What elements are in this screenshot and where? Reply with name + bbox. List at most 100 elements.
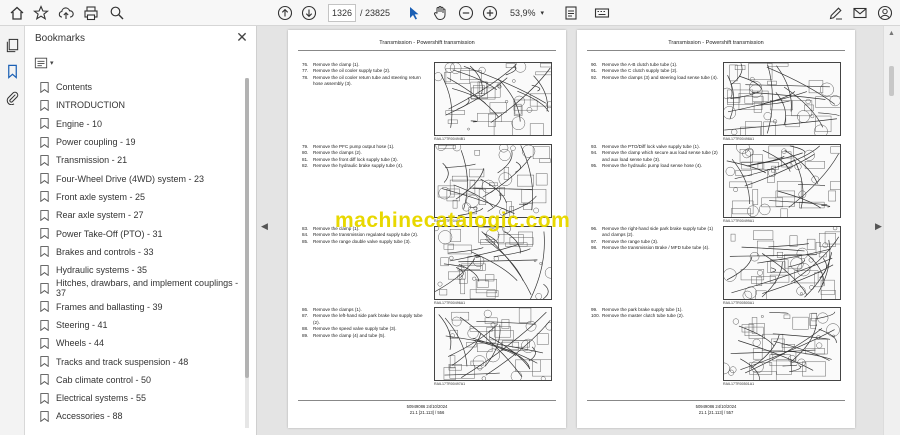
bookmark-item[interactable]: Front axle system - 25 <box>35 188 240 206</box>
bookmark-label: Contents <box>56 82 93 93</box>
procedure-step: 98. Remove the transmission Brake / MFD t… <box>591 245 719 251</box>
zoom-in-icon[interactable] <box>481 4 499 22</box>
bookmark-label: Accessories - 88 <box>56 411 123 422</box>
email-icon[interactable] <box>851 4 869 22</box>
bookmark-icon <box>40 411 49 422</box>
step-text: Remove the clamps (3) and steering load … <box>602 74 718 80</box>
bookmark-item[interactable]: Four-Wheel Drive (4WD) system - 23 <box>35 169 240 187</box>
edit-sign-icon[interactable] <box>827 4 845 22</box>
technical-illustration <box>723 226 841 300</box>
procedure-step: 78. Remove the oil cooler return tube and… <box>302 75 430 88</box>
attachment-icon[interactable] <box>4 89 21 106</box>
page-header: Transmission - Powershift transmission <box>668 40 764 46</box>
bookmark-item[interactable]: Wheels - 44 <box>35 334 240 352</box>
procedure-steps: 76. Remove the clamp (1). 77. Remove the oi… <box>302 62 430 88</box>
step-text: Remove the range double valve supply tub… <box>313 238 411 244</box>
hand-tool-icon[interactable] <box>431 4 449 22</box>
bookmarks-list: Contents INTRODUCTION Engine - 10 Power cou… <box>35 78 240 433</box>
step-text: Remove the right-hand side park brake su… <box>602 226 714 238</box>
zoom-level: 53,9% <box>510 8 536 18</box>
procedure-step: 85. Remove the range double valve supply … <box>302 239 430 245</box>
document-scrollbar-thumb[interactable] <box>889 66 894 96</box>
bookmark-label: Cab climate control - 50 <box>56 374 152 385</box>
zoom-search-icon[interactable] <box>108 4 126 22</box>
page-total: / 23825 <box>360 8 391 18</box>
procedure-step: 100. Remove the master clutch tube tube (… <box>591 313 719 319</box>
step-number: 85. <box>302 238 309 244</box>
bookmark-label: Steering - 41 <box>56 320 108 330</box>
bookmark-label: Engine - 10 <box>56 118 103 129</box>
figure-code: RAIL17TR00496A1 <box>434 301 466 305</box>
close-icon[interactable]: ✕ <box>235 29 249 45</box>
chevron-down-icon: ▾ <box>540 10 545 17</box>
chevron-down-icon: ▾ <box>50 60 54 67</box>
bookmark-icon <box>40 154 49 166</box>
step-text: Remove the transmission Brake / MFD tube… <box>602 245 710 251</box>
technical-illustration <box>434 144 552 218</box>
bookmark-label: Power coupling - 19 <box>56 137 136 148</box>
bookmark-item[interactable]: Hydraulic systems - 35 <box>35 261 240 279</box>
bookmark-item[interactable]: Electrical systems - 55 <box>35 389 240 407</box>
scroll-left-arrow-icon[interactable]: ◀ <box>261 221 268 232</box>
bookmark-item[interactable]: Frames and ballasting - 39 <box>35 298 240 316</box>
bookmark-label: Brakes and controls - 33 <box>56 246 154 257</box>
bookmark-icon <box>40 246 49 258</box>
bookmarks-panel-title: Bookmarks <box>35 33 86 44</box>
bookmark-item[interactable]: Power Take-Off (PTO) - 31 <box>35 224 240 242</box>
bookmark-icon <box>40 228 49 240</box>
step-text: Remove the hydraulic brake supply tube (… <box>313 163 404 169</box>
print-icon[interactable] <box>82 4 100 22</box>
technical-illustration <box>723 307 841 381</box>
scroll-right-arrow-icon[interactable]: ▶ <box>875 221 882 232</box>
bookmark-icon <box>40 173 49 185</box>
bookmark-item[interactable]: Tracks and track suspension - 48 <box>35 352 240 370</box>
bookmark-item[interactable]: INTRODUCTION <box>35 96 240 114</box>
bookmark-label: Hydraulic systems - 35 <box>56 265 148 276</box>
bookmark-label: Rear axle system - 27 <box>56 210 144 221</box>
bookmark-item[interactable]: Brakes and controls - 33 <box>35 243 240 261</box>
cloud-upload-icon[interactable] <box>57 4 75 22</box>
bookmark-item[interactable]: Transmission - 21 <box>35 151 240 169</box>
select-cursor-icon[interactable] <box>405 4 423 22</box>
zoom-level-dropdown[interactable]: 53,9% ▾ <box>510 4 544 22</box>
watermark-text: machinecatalogic.com <box>335 209 571 232</box>
bookmark-label: Tracks and track suspension - 48 <box>56 356 189 367</box>
next-page-icon[interactable] <box>300 4 318 22</box>
keyboard-icon[interactable] <box>593 4 611 22</box>
bookmarks-scrollbar[interactable] <box>245 78 249 428</box>
star-icon[interactable] <box>32 4 50 22</box>
bookmark-options-button[interactable]: ▾ <box>34 55 60 71</box>
bookmark-item[interactable]: Rear axle system - 27 <box>35 206 240 224</box>
home-icon[interactable] <box>8 4 26 22</box>
footer-rule <box>298 400 556 401</box>
figure-code: RAIL17TR00494B1 <box>434 137 466 141</box>
procedure-steps: 79. Remove the PFC pump output hose (1). 8… <box>302 144 430 170</box>
bookmark-item[interactable]: Cab climate control - 50 <box>35 371 240 389</box>
bookmark-icon <box>40 392 49 404</box>
bookmark-item[interactable]: Hitches, drawbars, and implement couplin… <box>35 278 240 298</box>
bookmark-item[interactable]: Steering - 41 <box>35 316 240 334</box>
bookmark-icon <box>40 191 49 203</box>
previous-page-icon[interactable] <box>276 4 294 22</box>
bookmark-icon <box>40 356 49 368</box>
document-scrollbar[interactable]: ▲ <box>883 26 900 435</box>
page-thumbnails-icon[interactable] <box>4 37 21 54</box>
left-navigation-rail <box>0 26 25 435</box>
step-number: 94. <box>591 150 598 156</box>
footer-rule <box>587 400 845 401</box>
bookmarks-scrollbar-thumb[interactable] <box>245 78 249 378</box>
procedure-steps: 99. Remove the park brake supply tube (1)… <box>591 307 719 320</box>
bookmark-item[interactable]: Contents <box>35 78 240 96</box>
footer-page-number: 21.1 [21.113] / 556 <box>409 410 445 415</box>
scroll-up-arrow-icon[interactable]: ▲ <box>888 30 895 37</box>
bookmark-item[interactable]: Engine - 10 <box>35 115 240 133</box>
figure-reference: RAIL17TR00501A1 <box>723 382 841 386</box>
page-number-input[interactable]: 1326 <box>328 4 356 22</box>
bookmark-item[interactable]: Power coupling - 19 <box>35 133 240 151</box>
account-icon[interactable] <box>876 4 894 22</box>
procedure-step: 82. Remove the hydraulic brake supply tub… <box>302 163 430 169</box>
bookmark-item[interactable]: Accessories - 88 <box>35 407 240 425</box>
bookmarks-panel-icon[interactable] <box>4 63 21 80</box>
fit-page-icon[interactable] <box>562 4 580 22</box>
zoom-out-icon[interactable] <box>457 4 475 22</box>
